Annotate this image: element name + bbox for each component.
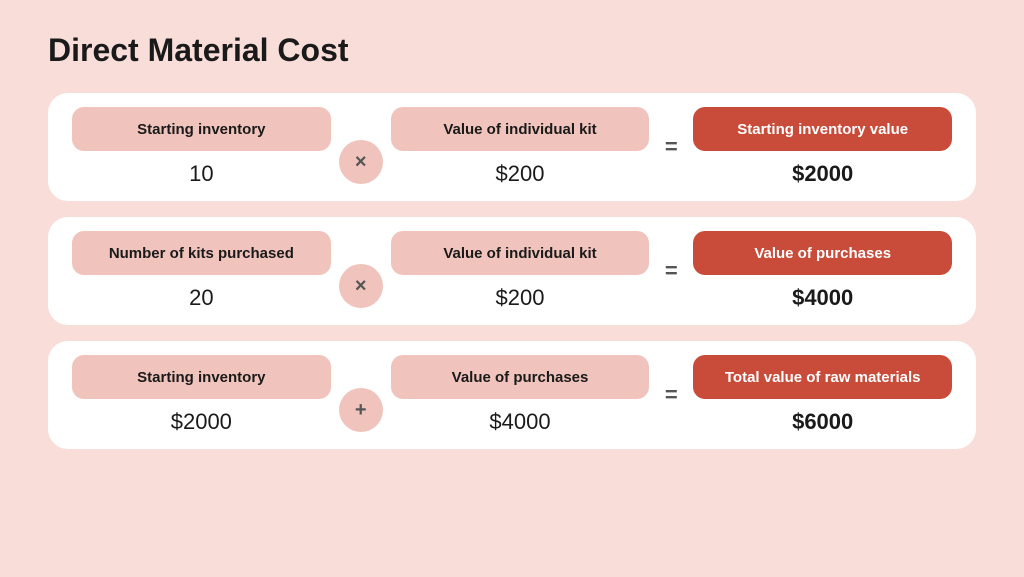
- cell-1-2: Value of individual kit $200: [391, 231, 650, 311]
- cell-2-2: Value of purchases $4000: [391, 355, 650, 435]
- cell-label-0-0: Starting inventory: [72, 107, 331, 151]
- cell-value-2-0: $2000: [171, 409, 232, 435]
- operator-2-1: +: [339, 388, 383, 432]
- cell-value-1-0: 20: [189, 285, 213, 311]
- cell-label-1-4: Value of purchases: [693, 231, 952, 275]
- cell-label-1-2: Value of individual kit: [391, 231, 650, 275]
- equals-sign-2: =: [649, 373, 693, 417]
- equation-row-0: Starting inventory 10 ×Value of individual…: [48, 93, 976, 201]
- equation-block-0: Starting inventory 10 ×Value of individual…: [48, 93, 976, 201]
- cell-value-2-2: $4000: [489, 409, 550, 435]
- operator-0-1: ×: [339, 140, 383, 184]
- equation-row-1: Number of kits purchased 20 ×Value of indi…: [48, 217, 976, 325]
- cell-1-0: Number of kits purchased 20: [72, 231, 331, 311]
- cell-value-0-0: 10: [189, 161, 213, 187]
- cell-label-1-0: Number of kits purchased: [72, 231, 331, 275]
- main-container: Direct Material Cost Starting inventory 1…: [0, 0, 1024, 577]
- equals-sign-1: =: [649, 249, 693, 293]
- cell-1-4: Value of purchases $4000: [693, 231, 952, 311]
- cell-2-0: Starting inventory $2000: [72, 355, 331, 435]
- equation-block-1: Number of kits purchased 20 ×Value of indi…: [48, 217, 976, 325]
- cell-label-2-0: Starting inventory: [72, 355, 331, 399]
- cell-0-0: Starting inventory 10: [72, 107, 331, 187]
- cell-value-1-4: $4000: [792, 285, 853, 311]
- cell-2-4: Total value of raw materials $6000: [693, 355, 952, 435]
- page-title: Direct Material Cost: [48, 32, 976, 69]
- cell-label-2-4: Total value of raw materials: [693, 355, 952, 399]
- cell-label-0-2: Value of individual kit: [391, 107, 650, 151]
- cell-value-1-2: $200: [496, 285, 545, 311]
- cell-label-2-2: Value of purchases: [391, 355, 650, 399]
- cell-0-2: Value of individual kit $200: [391, 107, 650, 187]
- equation-block-2: Starting inventory $2000 +Value of purchas…: [48, 341, 976, 449]
- cell-0-4: Starting inventory value $2000: [693, 107, 952, 187]
- cell-label-0-4: Starting inventory value: [693, 107, 952, 151]
- cell-value-0-4: $2000: [792, 161, 853, 187]
- equation-row-2: Starting inventory $2000 +Value of purchas…: [48, 341, 976, 449]
- cell-value-0-2: $200: [496, 161, 545, 187]
- cell-value-2-4: $6000: [792, 409, 853, 435]
- equals-sign-0: =: [649, 125, 693, 169]
- operator-1-1: ×: [339, 264, 383, 308]
